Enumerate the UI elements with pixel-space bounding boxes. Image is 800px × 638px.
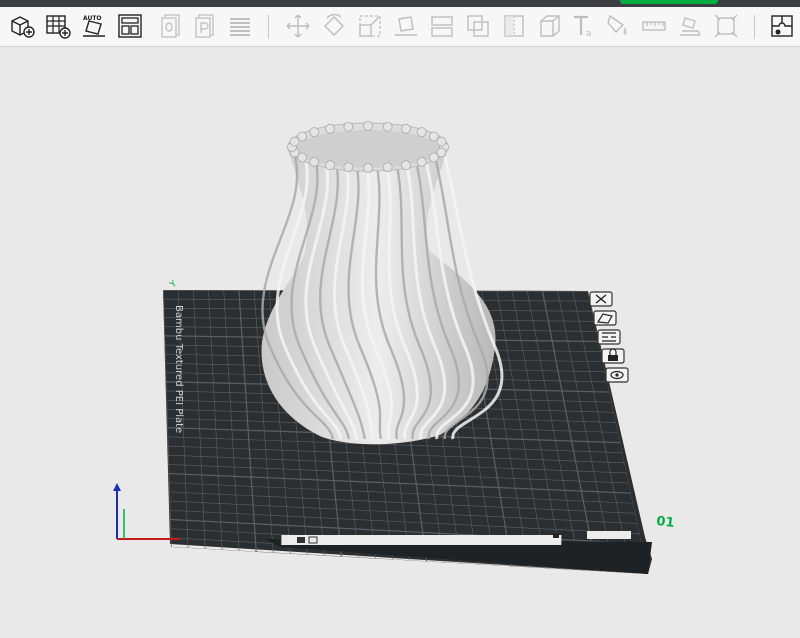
paste-icon	[195, 14, 214, 38]
cube-icon	[540, 15, 560, 37]
rim-ridge	[343, 162, 354, 173]
rim-ridge	[401, 123, 411, 134]
boolean-icon	[467, 15, 489, 37]
layers-button[interactable]	[226, 12, 254, 40]
arrange-plate-button[interactable]	[597, 329, 621, 345]
add-plate-button[interactable]	[44, 12, 72, 40]
seam-icon	[680, 17, 701, 36]
plate-thumbnail-icon	[297, 537, 305, 543]
scale-button[interactable]	[356, 12, 384, 40]
assembly-icon	[771, 15, 793, 37]
auto-orient-icon: AUTO	[83, 15, 105, 37]
scale-icon	[359, 15, 381, 37]
main-toolbar: AUTO a	[0, 7, 800, 47]
lay-on-face-icon	[395, 16, 417, 36]
rim-ridge	[401, 160, 411, 171]
support-button[interactable]	[712, 12, 740, 40]
arrange-icon	[118, 14, 142, 38]
plate-name-label: Bambu Textured PEI Plate	[173, 305, 184, 433]
z-axis-arrow	[113, 483, 121, 491]
paste-button[interactable]	[192, 12, 220, 40]
split-button[interactable]	[428, 12, 456, 40]
add-object-icon	[11, 16, 35, 38]
rim-ridge	[363, 163, 373, 173]
plate-number: 01	[656, 514, 676, 531]
rim-ridge	[382, 162, 393, 173]
rim-ridge	[309, 156, 320, 167]
rim-ridge	[428, 152, 439, 163]
boolean-button[interactable]	[464, 12, 492, 40]
move-button[interactable]	[284, 12, 312, 40]
paint-icon	[607, 14, 627, 35]
layers-icon	[230, 18, 250, 36]
rim-ridge	[297, 131, 308, 142]
3d-viewport[interactable]: Bambu Textured PEI Plate 01 Y	[0, 47, 800, 634]
paint-button[interactable]	[604, 12, 632, 40]
rim-ridge	[325, 123, 335, 134]
rim-ridge	[416, 127, 427, 138]
cut-button[interactable]	[500, 12, 528, 40]
rim-ridge	[309, 127, 320, 138]
measure-icon	[642, 21, 666, 31]
text-button[interactable]: a	[570, 12, 598, 40]
copy-button[interactable]	[158, 12, 186, 40]
move-icon	[286, 14, 310, 38]
auto-orient-button[interactable]: AUTO	[80, 12, 108, 40]
text-icon: a	[574, 15, 592, 39]
arrange-button[interactable]	[116, 12, 144, 40]
assembly-button[interactable]	[768, 12, 796, 40]
svg-text:a: a	[586, 29, 592, 39]
rim-ridge	[325, 160, 335, 171]
cube-button[interactable]	[536, 12, 564, 40]
seam-button[interactable]	[676, 12, 704, 40]
rim-ridge	[343, 121, 354, 132]
add-plate-icon	[46, 15, 71, 39]
lay-on-face-button[interactable]	[392, 12, 420, 40]
auto-label: AUTO	[83, 15, 102, 22]
rim-ridge	[416, 156, 427, 167]
plate-lock-icon	[553, 533, 559, 538]
measure-button[interactable]	[640, 12, 668, 40]
toolbar-separator	[268, 15, 269, 39]
cut-icon	[504, 15, 524, 37]
y-axis-label: Y	[168, 279, 180, 291]
rim-ridge	[382, 121, 393, 132]
scene: Bambu Textured PEI Plate 01 Y	[113, 121, 676, 574]
rotate-icon	[324, 13, 344, 36]
title-bar-accent	[620, 0, 718, 4]
copy-icon	[161, 14, 180, 38]
support-icon	[714, 14, 738, 38]
title-bar	[0, 0, 800, 7]
rotate-button[interactable]	[320, 12, 348, 40]
plate-info-tab	[587, 531, 631, 539]
toolbar-separator	[754, 15, 755, 39]
plate-info-bar	[281, 535, 562, 545]
split-icon	[431, 16, 453, 37]
add-object-button[interactable]	[8, 12, 36, 40]
rim-ridge	[363, 121, 373, 131]
rim-ridge	[436, 136, 447, 147]
lock-icon	[608, 355, 618, 361]
